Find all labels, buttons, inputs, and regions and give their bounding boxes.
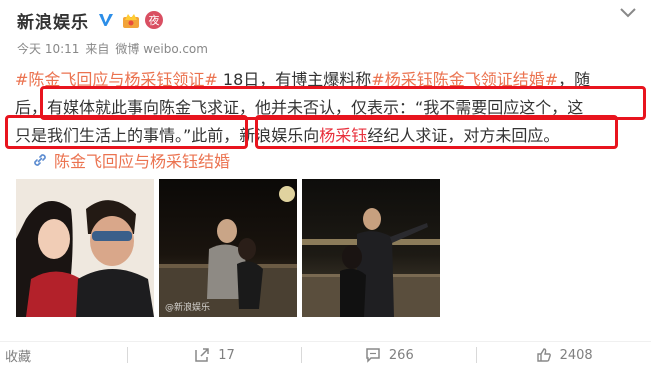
content-text-3b: 经纪人求证，对方未回应。 — [367, 126, 560, 145]
crown-badge-icon — [123, 14, 139, 28]
content-line-1: #陈金飞回应与杨采钰领证# 18日，有博主爆料称#杨采钰陈金飞领证结婚#，随 — [15, 66, 640, 94]
like-icon — [536, 348, 551, 362]
favorite-label: 收藏 — [5, 349, 32, 365]
content-text-1: 18日，有博主爆料称 — [217, 70, 372, 89]
repost-count: 17 — [218, 347, 235, 363]
topic-link[interactable]: 陈金飞回应与杨采钰结婚 — [32, 148, 230, 172]
verified-v-icon — [99, 14, 113, 26]
photo-3-art — [302, 208, 440, 317]
photo-grid: @新浪娱乐 — [16, 179, 440, 317]
photo-2-art — [159, 186, 297, 317]
topic-tag-2[interactable]: #杨采钰陈金飞领证结婚# — [371, 70, 558, 89]
content-text-3a: 只是我们生活上的事情。”此前，新浪娱乐向 — [15, 126, 320, 145]
comment-icon — [366, 348, 380, 363]
like-count: 2408 — [559, 347, 593, 363]
photo-watermark: @新浪娱乐 — [165, 303, 211, 313]
ye-badge: 夜 — [145, 11, 163, 29]
comment-count: 266 — [388, 347, 414, 363]
author-name[interactable]: 新浪娱乐 — [17, 8, 89, 33]
post-source[interactable]: 微博 weibo.com — [115, 40, 208, 57]
photo-1[interactable] — [16, 179, 154, 317]
post-meta: 今天 10:11 来自 微博 weibo.com — [17, 40, 208, 57]
content-line-3: 只是我们生活上的事情。”此前，新浪娱乐向杨采钰经纪人求证，对方未回应。 — [15, 122, 640, 150]
comment-button[interactable]: 266 — [302, 347, 476, 363]
content-line-2: 后，有媒体就此事向陈金飞求证，他并未否认，仅表示：“我不需要回应这个，这 — [15, 98, 584, 117]
post-time[interactable]: 今天 10:11 — [17, 40, 79, 57]
repost-button[interactable]: 17 — [128, 347, 302, 363]
source-label: 来自 — [85, 42, 110, 56]
photo-3[interactable] — [302, 179, 440, 317]
photo-1-art — [16, 179, 154, 317]
name-highlight: 杨采钰 — [319, 126, 368, 145]
action-bar: 收藏 17 266 2408 — [0, 341, 651, 368]
like-button[interactable]: 2408 — [477, 347, 651, 363]
post-content: #陈金飞回应与杨采钰领证# 18日，有博主爆料称#杨采钰陈金飞领证结婚#，随 后… — [15, 66, 640, 150]
favorite-button[interactable]: 收藏 — [0, 346, 127, 365]
content-text-1-end: ，随 — [558, 70, 591, 89]
chevron-down-icon[interactable] — [619, 6, 637, 20]
topic-link-text[interactable]: 陈金飞回应与杨采钰结婚 — [54, 148, 230, 172]
link-icon — [34, 154, 46, 166]
photo-2[interactable]: @新浪娱乐 — [159, 179, 297, 317]
topic-tag-1[interactable]: #陈金飞回应与杨采钰领证# — [15, 70, 218, 89]
repost-icon — [195, 348, 210, 362]
post-header: 新浪娱乐 夜 — [17, 7, 163, 33]
